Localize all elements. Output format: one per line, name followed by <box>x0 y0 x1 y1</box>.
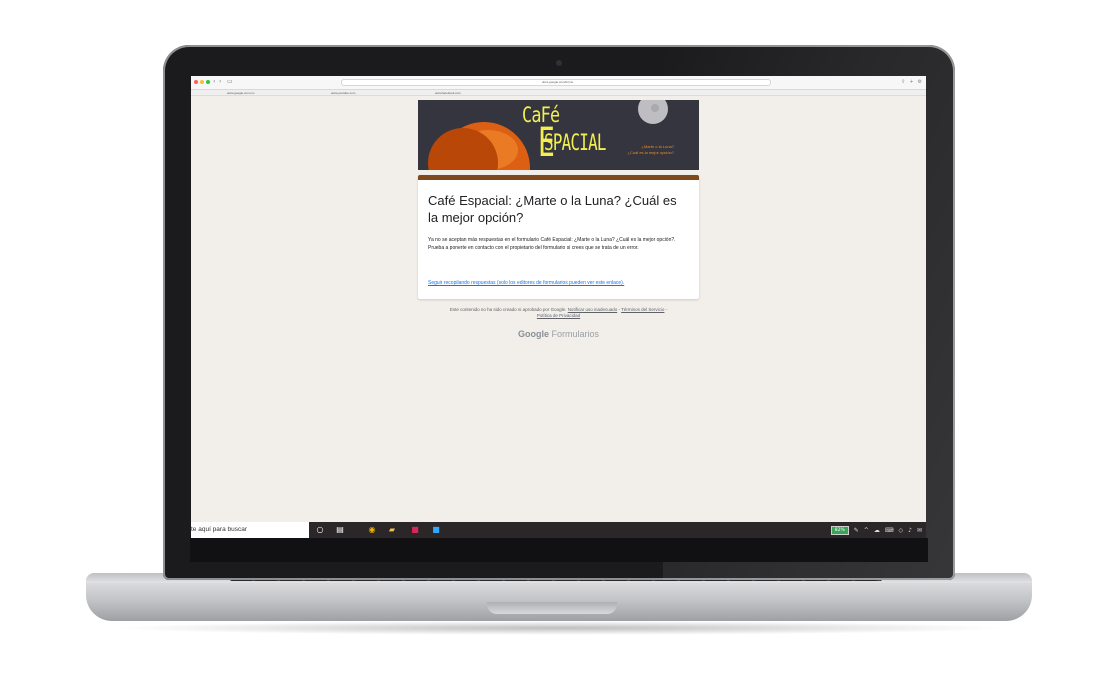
google-wordmark: Google <box>517 329 549 339</box>
taskbar-search-placeholder: te aquí para buscar <box>191 526 248 533</box>
terms-link[interactable]: Términos del Servicio <box>621 307 664 312</box>
continue-collecting-link[interactable]: Seguir recopilando respuestas (solo los … <box>428 280 690 287</box>
browser-toolbar: ‹ › ▭ docs.google.com/forms ⇪ + ⚙ <box>191 76 926 90</box>
laptop-mockup: ‹ › ▭ docs.google.com/forms ⇪ + ⚙ www.go… <box>0 0 1113 686</box>
privacy-link[interactable]: Política de Privacidad <box>537 313 580 318</box>
google-forms-logo[interactable]: Google Formularios <box>418 328 699 340</box>
footer-disclaimer: Este contenido no ha sido creado ni apro… <box>449 307 668 318</box>
volume-icon[interactable]: ♪ <box>908 527 912 535</box>
sidebar-icon[interactable]: ▭ <box>227 79 233 85</box>
camera-icon <box>556 60 562 66</box>
banner-tagline: ¿Marte o la Luna? ¿Cuál es la mejor opci… <box>627 144 674 155</box>
report-abuse-link[interactable]: Notificar uso inadecuado <box>568 307 618 312</box>
photoshop-icon[interactable]: ■ <box>431 525 441 535</box>
notifications-icon[interactable]: ✉ <box>917 527 922 535</box>
chevron-up-icon[interactable]: ^ <box>864 527 869 535</box>
bookmarks-bar: www.google.com.mx www.youtube.com www.fa… <box>191 90 926 96</box>
cloud-icon[interactable]: ☁ <box>874 527 880 535</box>
disclaimer-text: Este contenido no ha sido creado ni apro… <box>449 307 567 312</box>
logo-espacial-text: SPACIAL <box>544 131 606 156</box>
back-arrow-icon[interactable]: ‹ <box>213 79 215 85</box>
address-bar[interactable]: docs.google.com/forms <box>341 79 771 86</box>
minimize-window-button[interactable] <box>200 80 204 84</box>
closed-text: Ya no se aceptan más respuestas en el fo… <box>428 237 676 243</box>
battery-indicator[interactable]: 82% <box>830 526 849 535</box>
moon-crater <box>651 104 659 112</box>
screen: ‹ › ▭ docs.google.com/forms ⇪ + ⚙ www.go… <box>191 76 926 538</box>
form-closed-card: Café Espacial: ¿Marte o la Luna? ¿Cuál e… <box>418 175 699 299</box>
taskbar-search-box[interactable]: te aquí para buscar <box>191 522 309 538</box>
windows-taskbar: te aquí para buscar ○ ▤ ◉ ▰ ■ ■ 82% ✎ ^ … <box>191 522 926 538</box>
maximize-window-button[interactable] <box>206 80 210 84</box>
laptop-shadow <box>110 621 1010 635</box>
settings-icon[interactable]: ⚙ <box>918 79 922 85</box>
pen-icon[interactable]: ✎ <box>854 527 859 535</box>
bookmark-item[interactable]: www.facebook.com <box>435 90 461 96</box>
system-tray: 82% ✎ ^ ☁ ⌨ ◇ ♪ ✉ <box>830 526 922 535</box>
form-header-image: CaFé E SPACIAL ¿Marte o la Luna? ¿Cuál e… <box>418 100 699 170</box>
forms-wordmark: Formularios <box>551 329 600 339</box>
address-bar-text: docs.google.com/forms <box>542 80 574 84</box>
cortana-icon[interactable]: ○ <box>315 525 325 535</box>
keyboard-icon[interactable]: ⌨ <box>885 527 894 535</box>
share-icon[interactable]: ⇪ <box>901 79 905 85</box>
chrome-icon[interactable]: ◉ <box>367 525 377 535</box>
bookmark-item[interactable]: www.google.com.mx <box>227 90 255 96</box>
bookmark-item[interactable]: www.youtube.com <box>331 90 355 96</box>
close-window-button[interactable] <box>194 80 198 84</box>
task-view-icon[interactable]: ▤ <box>335 525 345 535</box>
browser-actions: ⇪ + ⚙ <box>901 79 922 85</box>
contact-text: Prueba a ponerte en contacto con el prop… <box>428 245 639 251</box>
form-closed-message: Ya no se aceptan más respuestas en el fo… <box>428 236 690 252</box>
file-explorer-icon[interactable]: ▰ <box>387 525 397 535</box>
screen-bezel <box>190 538 928 562</box>
forward-arrow-icon[interactable]: › <box>219 79 221 85</box>
form-title: Café Espacial: ¿Marte o la Luna? ¿Cuál e… <box>428 193 677 225</box>
new-tab-icon[interactable]: + <box>909 79 913 85</box>
app-red-icon[interactable]: ■ <box>410 525 420 535</box>
network-icon[interactable]: ◇ <box>899 527 904 535</box>
laptop-notch <box>487 602 617 614</box>
window-controls <box>194 80 210 84</box>
